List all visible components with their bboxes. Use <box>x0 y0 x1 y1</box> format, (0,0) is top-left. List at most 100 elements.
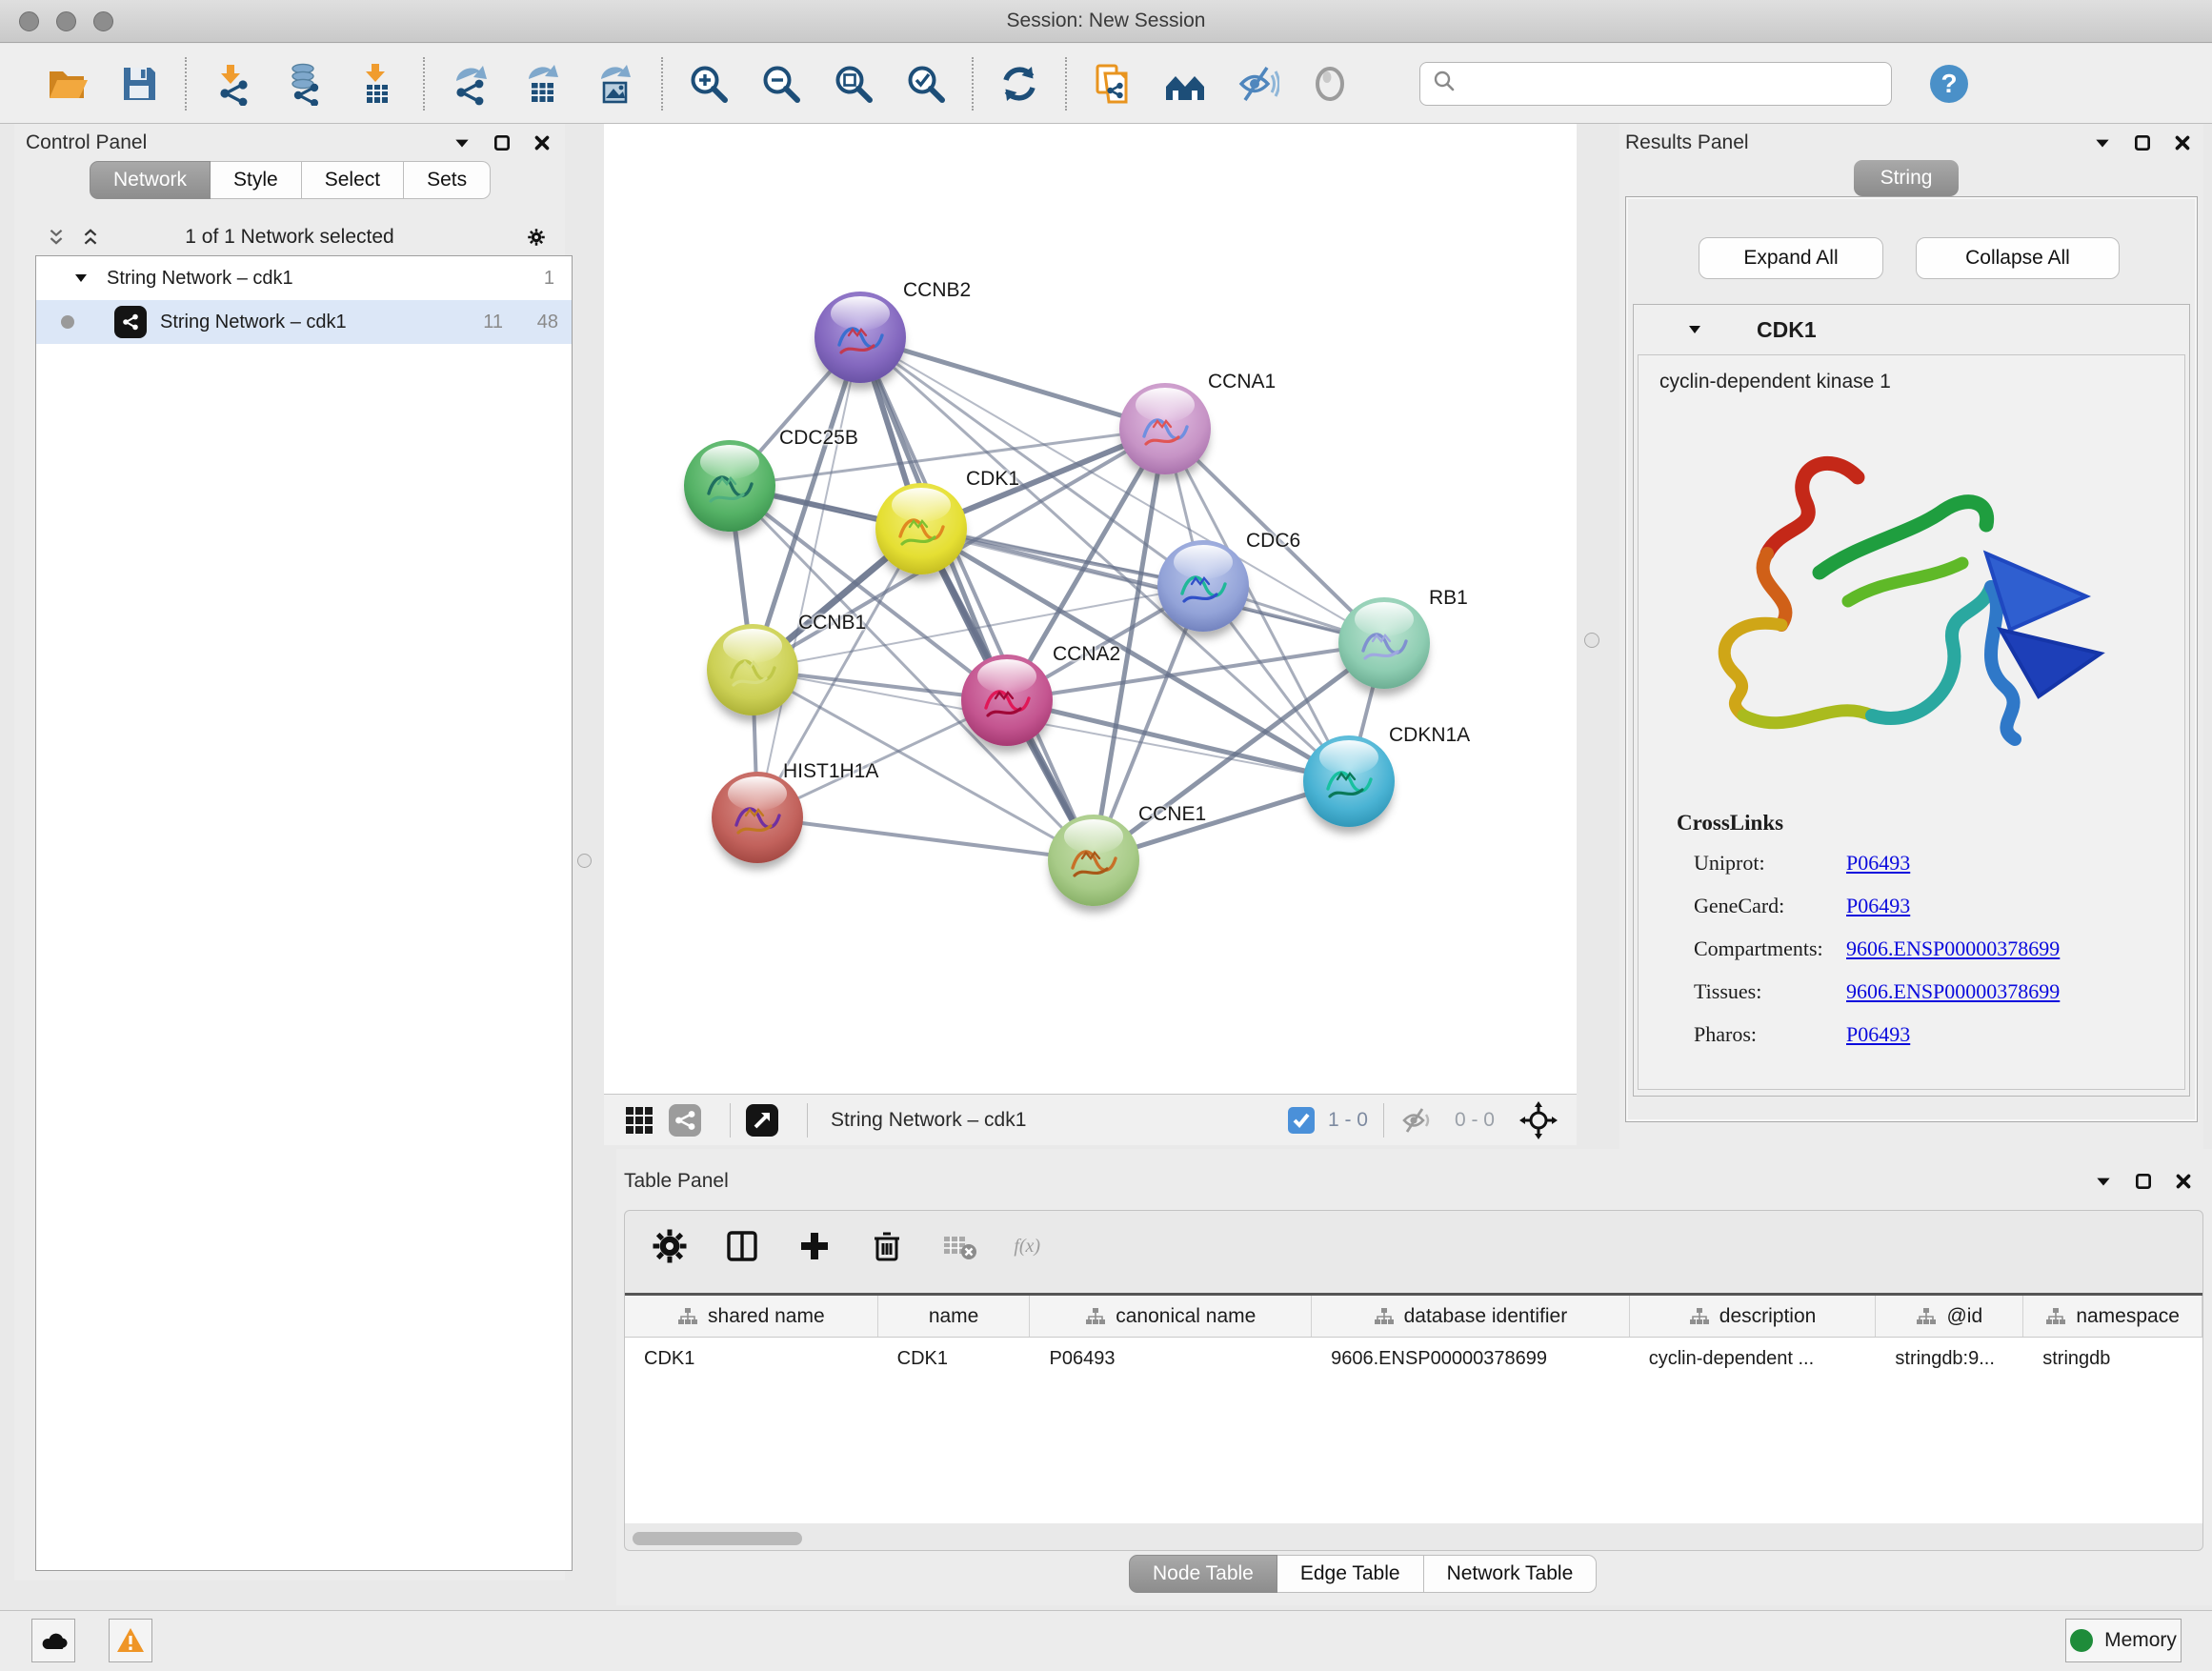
table-cell[interactable]: stringdb <box>2023 1338 2202 1379</box>
tab-network[interactable]: Network <box>90 161 211 199</box>
network-node-CCNA1[interactable] <box>1119 383 1211 474</box>
refresh-icon[interactable] <box>996 61 1042 107</box>
protein-structure-image <box>1677 411 2124 773</box>
right-splitter-handle[interactable] <box>1584 633 1599 648</box>
column-header-@id[interactable]: @id <box>1876 1296 2023 1337</box>
column-header-database-identifier[interactable]: database identifier <box>1312 1296 1630 1337</box>
zoom-in-icon[interactable] <box>686 61 732 107</box>
network-row[interactable]: String Network – cdk1 11 48 <box>36 300 572 344</box>
selected-checkbox-icon[interactable] <box>1288 1107 1315 1134</box>
delete-column-icon[interactable] <box>867 1226 907 1266</box>
table-cell[interactable]: stringdb:9... <box>1876 1338 2023 1379</box>
show-panel-icon[interactable] <box>1307 61 1353 107</box>
search-input[interactable] <box>1419 62 1892 106</box>
crosslink-pharos[interactable]: P06493 <box>1846 1022 1910 1047</box>
crosslink-genecard[interactable]: P06493 <box>1846 894 1910 918</box>
birdseye-view-icon[interactable] <box>746 1104 778 1137</box>
tab-select[interactable]: Select <box>302 161 404 199</box>
home-icon[interactable] <box>1162 61 1208 107</box>
column-header-description[interactable]: description <box>1630 1296 1877 1337</box>
tab-sets[interactable]: Sets <box>404 161 491 199</box>
add-column-icon[interactable] <box>794 1226 835 1266</box>
clone-network-icon[interactable] <box>1090 61 1136 107</box>
show-columns-icon[interactable] <box>722 1226 762 1266</box>
scrollbar-thumb[interactable] <box>633 1532 802 1545</box>
import-table-icon[interactable] <box>354 61 400 107</box>
tab-string[interactable]: String <box>1854 160 1959 196</box>
column-header-shared-name[interactable]: shared name <box>625 1296 878 1337</box>
column-header-namespace[interactable]: namespace <box>2023 1296 2202 1337</box>
network-node-CCNE1[interactable] <box>1048 815 1139 906</box>
crosslink-label: Uniprot: <box>1694 851 1765 875</box>
view-grid-icon[interactable] <box>623 1104 655 1137</box>
view-share-icon[interactable] <box>669 1104 701 1137</box>
crosslink-compartments[interactable]: 9606.ENSP00000378699 <box>1846 936 2060 961</box>
delete-table-icon[interactable] <box>939 1226 979 1266</box>
table-cell[interactable]: P06493 <box>1030 1338 1312 1379</box>
export-table-icon[interactable] <box>520 61 566 107</box>
selected-count: 1 - 0 <box>1328 1109 1368 1132</box>
export-image-icon[interactable] <box>593 61 638 107</box>
left-splitter-handle[interactable] <box>577 854 592 868</box>
network-node-HIST1H1A[interactable] <box>712 772 803 863</box>
table-row[interactable]: CDK1CDK1P064939606.ENSP00000378699cyclin… <box>625 1338 2202 1379</box>
column-header-name[interactable]: name <box>878 1296 1031 1337</box>
help-icon[interactable]: ? <box>1926 61 1972 107</box>
table-cell[interactable]: CDK1 <box>625 1338 878 1379</box>
network-node-RB1[interactable] <box>1338 597 1430 689</box>
network-node-CDC25B[interactable] <box>684 440 775 532</box>
table-hscrollbar[interactable] <box>625 1529 2202 1548</box>
expand-all-button[interactable]: Expand All <box>1699 237 1883 279</box>
tab-node-table[interactable]: Node Table <box>1129 1555 1277 1593</box>
cloud-button[interactable] <box>31 1619 75 1662</box>
panel-menu-icon[interactable] <box>452 133 472 152</box>
memory-button[interactable]: Memory <box>2065 1619 2182 1662</box>
protein-thumbnail <box>699 463 760 513</box>
table-options-gear-icon[interactable] <box>650 1226 690 1266</box>
tab-edge-table[interactable]: Edge Table <box>1277 1555 1424 1593</box>
pan-crosshair-icon[interactable] <box>1519 1101 1558 1139</box>
collapse-all-button[interactable]: Collapse All <box>1916 237 2120 279</box>
node-table[interactable]: shared namenamecanonical namedatabase id… <box>625 1293 2202 1523</box>
network-node-CCNB1[interactable] <box>707 624 798 715</box>
open-file-icon[interactable] <box>44 61 90 107</box>
export-network-icon[interactable] <box>448 61 493 107</box>
table-cell[interactable]: cyclin-dependent ... <box>1630 1338 1877 1379</box>
network-canvas[interactable]: CCNB2 CCNA1 CDC25B CDK1 CDC6 RB1 <box>604 124 1577 1094</box>
network-node-CCNB2[interactable] <box>814 292 906 383</box>
warning-button[interactable] <box>109 1619 152 1662</box>
zoom-fit-icon[interactable] <box>831 61 876 107</box>
network-options-gear-icon[interactable] <box>527 228 546 247</box>
tab-style[interactable]: Style <box>211 161 302 199</box>
collapse-icon[interactable] <box>72 270 90 287</box>
crosslink-label: Pharos: <box>1694 1022 1757 1046</box>
panel-float-icon[interactable] <box>2134 1172 2153 1191</box>
function-builder-icon[interactable]: f(x) <box>1012 1226 1052 1266</box>
import-network-icon[interactable] <box>210 61 255 107</box>
network-collection-row[interactable]: String Network – cdk1 1 <box>36 256 572 300</box>
panel-close-icon[interactable] <box>2174 1172 2193 1191</box>
import-database-icon[interactable] <box>282 61 328 107</box>
table-cell[interactable]: CDK1 <box>878 1338 1031 1379</box>
panel-close-icon[interactable] <box>533 133 552 152</box>
panel-float-icon[interactable] <box>493 133 512 152</box>
panel-float-icon[interactable] <box>2133 133 2152 152</box>
crosslink-uniprot[interactable]: P06493 <box>1846 851 1910 876</box>
column-header-canonical-name[interactable]: canonical name <box>1030 1296 1312 1337</box>
panel-menu-icon[interactable] <box>2093 133 2112 152</box>
save-session-icon[interactable] <box>116 61 162 107</box>
zoom-out-icon[interactable] <box>758 61 804 107</box>
network-node-CDK1[interactable] <box>875 483 967 574</box>
panel-menu-icon[interactable] <box>2094 1172 2113 1191</box>
table-cell[interactable]: 9606.ENSP00000378699 <box>1312 1338 1630 1379</box>
hide-panels-icon[interactable] <box>1235 61 1280 107</box>
zoom-selected-icon[interactable] <box>903 61 949 107</box>
network-node-CDKN1A[interactable] <box>1303 735 1395 827</box>
results-scroll-area[interactable]: CDK1 cyclin-dependent kinase 1 <box>1633 304 2190 1097</box>
panel-close-icon[interactable] <box>2173 133 2192 152</box>
network-node-CCNA2[interactable] <box>961 654 1053 746</box>
tab-network-table[interactable]: Network Table <box>1424 1555 1598 1593</box>
section-collapse-icon[interactable] <box>1686 321 1703 338</box>
network-node-CDC6[interactable] <box>1157 540 1249 632</box>
crosslink-tissues[interactable]: 9606.ENSP00000378699 <box>1846 979 2060 1004</box>
